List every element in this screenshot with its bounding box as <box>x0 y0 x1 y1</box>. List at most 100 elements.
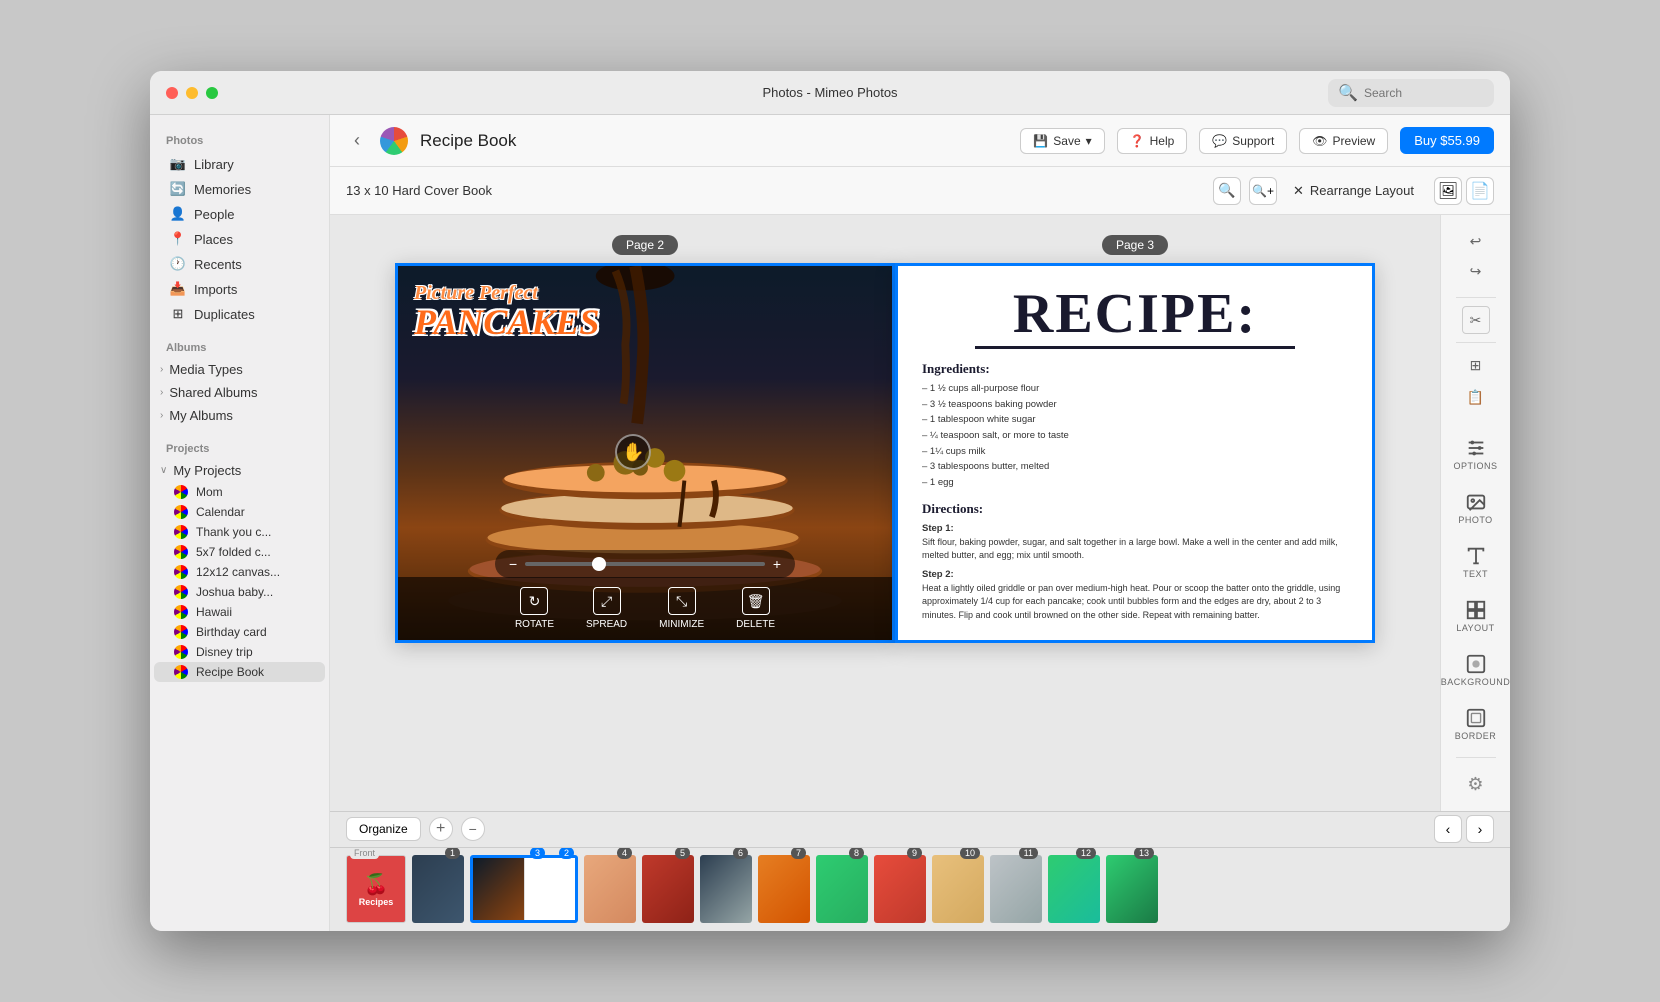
project-label-5x7: 5x7 folded c... <box>196 545 271 559</box>
fullscreen-button[interactable] <box>206 87 218 99</box>
page-2[interactable]: Picture Perfect PANCAKES ✋ − <box>395 263 895 643</box>
thumb-11[interactable]: 11 <box>990 855 1042 923</box>
add-text-button[interactable]: 📄 <box>1466 177 1494 205</box>
close-button[interactable] <box>166 87 178 99</box>
panel-text[interactable]: TEXT <box>1446 537 1506 587</box>
panel-photo[interactable]: PHOTO <box>1446 483 1506 533</box>
content-area: ‹ Recipe Book 💾 Save ▾ ❓ Help 💬 Support <box>330 115 1510 931</box>
sidebar-item-duplicates[interactable]: ⊞ Duplicates <box>154 302 325 326</box>
organize-button[interactable]: Organize <box>346 817 421 841</box>
slider-track[interactable] <box>525 562 765 566</box>
add-photo-button[interactable]: 🖼 <box>1434 177 1462 205</box>
back-button[interactable]: ‹ <box>346 126 368 155</box>
slider-thumb[interactable] <box>592 557 606 571</box>
panel-background[interactable]: BACKGROUND <box>1446 645 1506 695</box>
sidebar-item-recents[interactable]: 🕐 Recents <box>154 252 325 276</box>
thumb-num-7: 7 <box>791 848 806 860</box>
panel-options[interactable]: OPTIONS <box>1446 429 1506 479</box>
delete-label: DELETE <box>736 619 775 630</box>
sidebar-group-shared-albums[interactable]: › Shared Albums <box>150 381 329 404</box>
project-item-birthday[interactable]: Birthday card <box>150 622 329 642</box>
zoom-out-button[interactable]: 🔍 <box>1213 177 1241 205</box>
project-item-recipebook[interactable]: Recipe Book <box>154 662 325 682</box>
save-button[interactable]: 💾 Save ▾ <box>1020 128 1104 154</box>
duplicates-icon: ⊞ <box>170 306 186 322</box>
next-page-button[interactable]: › <box>1466 815 1494 843</box>
sidebar-item-people[interactable]: 👤 People <box>154 202 325 226</box>
sidebar-group-my-projects[interactable]: ∨ My Projects <box>150 459 329 482</box>
undo-button[interactable]: ↩ <box>1462 227 1490 255</box>
crop-button[interactable]: ✂ <box>1462 306 1490 334</box>
search-bar[interactable]: 🔍 <box>1328 79 1494 107</box>
directions-header: Directions: <box>922 501 1348 517</box>
slider-minus[interactable]: − <box>509 556 517 572</box>
recipe-title-area: RECIPE: <box>922 286 1348 349</box>
buy-button[interactable]: Buy $55.99 <box>1400 127 1494 154</box>
project-item-mom[interactable]: Mom <box>150 482 329 502</box>
thumb-9[interactable]: 9 <box>874 855 926 923</box>
step1-label: Step 1: <box>922 523 1348 534</box>
background-panel-icon <box>1465 653 1487 675</box>
project-dot-birthday <box>174 625 188 639</box>
copy-button[interactable]: ⊞ <box>1462 351 1490 379</box>
project-item-joshua[interactable]: Joshua baby... <box>150 582 329 602</box>
search-input[interactable] <box>1364 86 1484 100</box>
sidebar-item-library[interactable]: 📷 Library <box>154 152 325 176</box>
zoom-in-button[interactable]: 🔍+ <box>1249 177 1277 205</box>
minimize-action[interactable]: ⤡ MINIMIZE <box>659 587 704 630</box>
thumb-num-5: 5 <box>675 848 690 860</box>
thumb-5[interactable]: 5 <box>642 855 694 923</box>
add-page-button[interactable]: + <box>429 817 453 841</box>
preview-button[interactable]: 👁 Preview <box>1299 128 1388 154</box>
sidebar-item-imports[interactable]: 📥 Imports <box>154 277 325 301</box>
minimize-icon: ⤡ <box>668 587 696 615</box>
canvas-area[interactable]: Page 2 <box>330 215 1440 811</box>
right-panel: ↩ ↪ ✂ ⊞ 📋 OPTIONS <box>1440 215 1510 811</box>
thumb-front[interactable]: Front 🍒 Recipes <box>346 855 406 923</box>
prev-page-button[interactable]: ‹ <box>1434 815 1462 843</box>
slider-plus[interactable]: + <box>773 556 781 572</box>
project-item-hawaii[interactable]: Hawaii <box>150 602 329 622</box>
minimize-button[interactable] <box>186 87 198 99</box>
page-2-wrapper: Page 2 <box>395 235 895 643</box>
thumb-13[interactable]: 13 <box>1106 855 1158 923</box>
title-bar: Photos - Mimeo Photos 🔍 <box>150 71 1510 115</box>
rotate-action[interactable]: ↻ ROTATE <box>515 587 554 630</box>
sidebar-item-places[interactable]: 📍 Places <box>154 227 325 251</box>
project-item-thankyou[interactable]: Thank you c... <box>150 522 329 542</box>
remove-page-button[interactable]: − <box>461 817 485 841</box>
pages-container: Page 2 <box>395 235 1375 643</box>
thumb-1[interactable]: 1 <box>412 855 464 923</box>
thumb-7[interactable]: 7 <box>758 855 810 923</box>
front-label: Front <box>350 848 379 860</box>
sidebar-group-my-albums[interactable]: › My Albums <box>150 404 329 427</box>
rearrange-layout-button[interactable]: ✕ Rearrange Layout <box>1293 183 1414 199</box>
sidebar-group-media-types[interactable]: › Media Types <box>150 358 329 381</box>
thumb-12[interactable]: 12 <box>1048 855 1100 923</box>
project-item-5x7[interactable]: 5x7 folded c... <box>150 542 329 562</box>
sidebar-item-memories[interactable]: 🔄 Memories <box>154 177 325 201</box>
panel-border[interactable]: BORDER <box>1446 699 1506 749</box>
project-item-12x12[interactable]: 12x12 canvas... <box>150 562 329 582</box>
paste-button[interactable]: 📋 <box>1462 383 1490 411</box>
thumb-2-3[interactable]: 2 3 <box>470 855 578 923</box>
thumb-8[interactable]: 8 <box>816 855 868 923</box>
border-panel-icon <box>1465 707 1487 729</box>
thumb-4[interactable]: 4 <box>584 855 636 923</box>
thumb-10[interactable]: 10 <box>932 855 984 923</box>
spread-action[interactable]: ⤢ SPREAD <box>586 587 627 630</box>
page-3[interactable]: RECIPE: Ingredients: – 1 ½ cups all-purp… <box>895 263 1375 643</box>
project-item-calendar[interactable]: Calendar <box>150 502 329 522</box>
help-button[interactable]: ❓ Help <box>1117 128 1188 154</box>
photo-label: PHOTO <box>1458 515 1492 525</box>
chevron-icon: › <box>160 364 163 375</box>
settings-button[interactable]: ⚙ <box>1459 766 1491 803</box>
thumb-6[interactable]: 6 <box>700 855 752 923</box>
support-button[interactable]: 💬 Support <box>1199 128 1287 154</box>
save-label: Save <box>1053 134 1080 148</box>
image-slider[interactable]: − + <box>495 550 795 578</box>
project-item-disney[interactable]: Disney trip <box>150 642 329 662</box>
redo-button[interactable]: ↪ <box>1462 257 1490 285</box>
panel-layout[interactable]: LAYOUT <box>1446 591 1506 641</box>
delete-action[interactable]: 🗑 DELETE <box>736 587 775 630</box>
